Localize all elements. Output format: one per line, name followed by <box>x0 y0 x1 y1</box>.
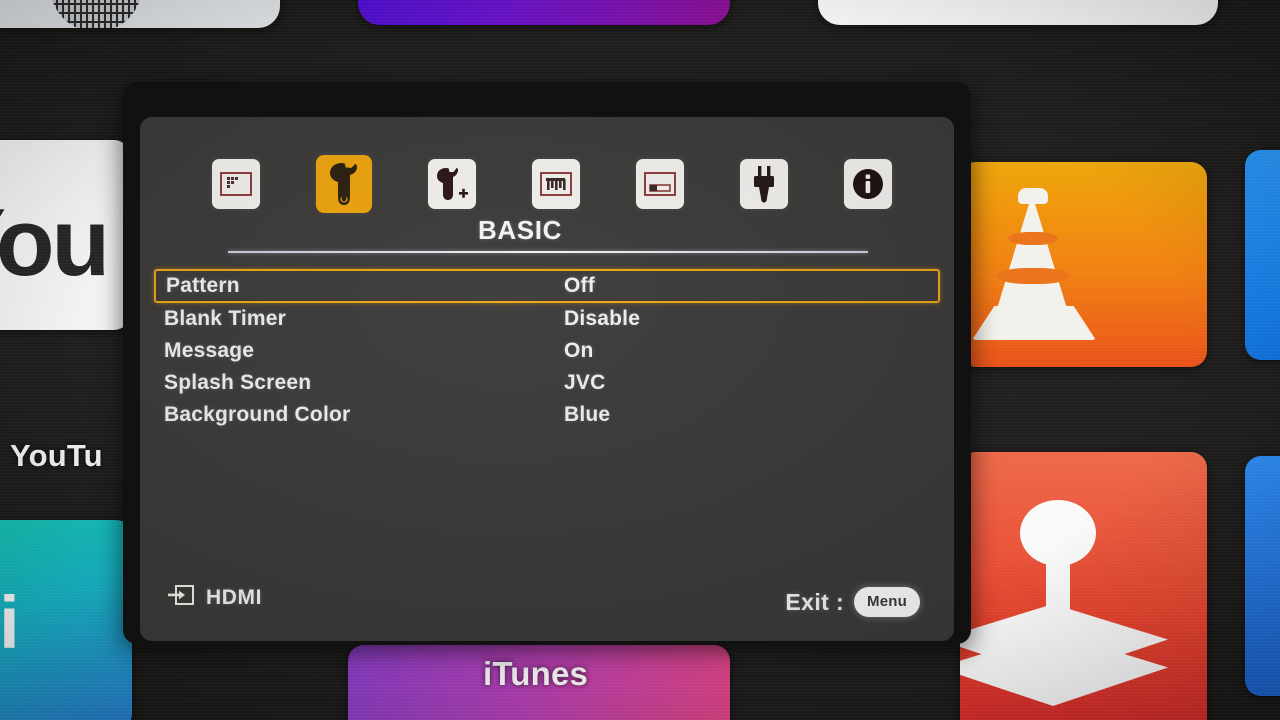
tab-basic[interactable] <box>532 159 580 209</box>
osd-menu-panel: BASIC Pattern Off Blank Timer Disable Me… <box>140 117 954 641</box>
wrench-plus-icon <box>436 167 468 201</box>
info-circle-icon <box>851 167 885 201</box>
itunes-tile-label: iTunes <box>483 655 589 692</box>
picture-gradient-icon <box>220 172 252 196</box>
exit-label: Exit : <box>785 588 845 615</box>
youtube-tile[interactable]: You <box>0 140 130 330</box>
wrench-icon <box>329 163 359 205</box>
row-value[interactable]: JVC <box>564 371 605 395</box>
row-label: Blank Timer <box>164 307 287 330</box>
vlc-tile[interactable] <box>960 162 1207 367</box>
row-value[interactable]: Off <box>564 274 595 298</box>
settings-row-message[interactable]: Message On <box>154 335 940 367</box>
row-value[interactable]: On <box>564 339 594 363</box>
osd-settings-list: Pattern Off Blank Timer Disable Message … <box>154 269 940 431</box>
tv-screen: You YouTu movi iTune iTunes <box>0 0 1280 720</box>
display-bars-icon <box>540 172 572 196</box>
tab-info[interactable] <box>844 159 892 209</box>
osd-tab-bar <box>212 155 892 213</box>
input-source-icon <box>168 584 194 611</box>
right-edge-tile-upper[interactable] <box>1245 150 1280 360</box>
osd-exit-hint: Exit : Menu <box>785 587 920 617</box>
games-tile[interactable] <box>960 452 1207 720</box>
joystick-icon <box>960 500 1168 706</box>
row-value[interactable]: Disable <box>564 307 640 331</box>
youtube-wordmark: You <box>0 189 110 296</box>
display-slider-icon <box>644 172 676 196</box>
top-tile-purple[interactable] <box>358 0 730 25</box>
tab-picture[interactable] <box>212 159 260 209</box>
tab-power[interactable] <box>740 159 788 209</box>
top-tile-white[interactable] <box>818 0 1218 25</box>
row-label: Message <box>164 339 255 362</box>
settings-row-background-color[interactable]: Background Color Blue <box>154 399 940 431</box>
osd-section-title: BASIC <box>478 215 562 245</box>
settings-row-blank-timer[interactable]: Blank Timer Disable <box>154 303 940 335</box>
top-tile-left[interactable] <box>0 0 280 28</box>
traffic-cone-icon <box>972 188 1096 340</box>
tab-display[interactable] <box>636 159 684 209</box>
row-label: Splash Screen <box>164 371 312 394</box>
power-plug-icon <box>750 165 778 203</box>
settings-row-splash-screen[interactable]: Splash Screen JVC <box>154 367 940 399</box>
decorative-mesh-sphere <box>50 0 142 28</box>
youtube-tile-label: YouTu <box>10 438 103 473</box>
itunes-movies-tile[interactable]: movi iTune <box>0 520 132 720</box>
tab-setup[interactable] <box>316 155 372 213</box>
row-value[interactable]: Blue <box>564 403 610 427</box>
osd-divider <box>228 251 868 253</box>
row-label: Pattern <box>166 274 240 297</box>
settings-row-pattern[interactable]: Pattern Off <box>154 269 940 303</box>
menu-button[interactable]: Menu <box>854 587 920 617</box>
row-label: Background Color <box>164 403 351 426</box>
osd-input-status: HDMI <box>168 584 262 611</box>
movies-wordmark: movi <box>0 581 20 664</box>
input-source-label: HDMI <box>206 585 263 609</box>
right-edge-tile-lower[interactable] <box>1245 456 1280 696</box>
tab-advanced[interactable] <box>428 159 476 209</box>
